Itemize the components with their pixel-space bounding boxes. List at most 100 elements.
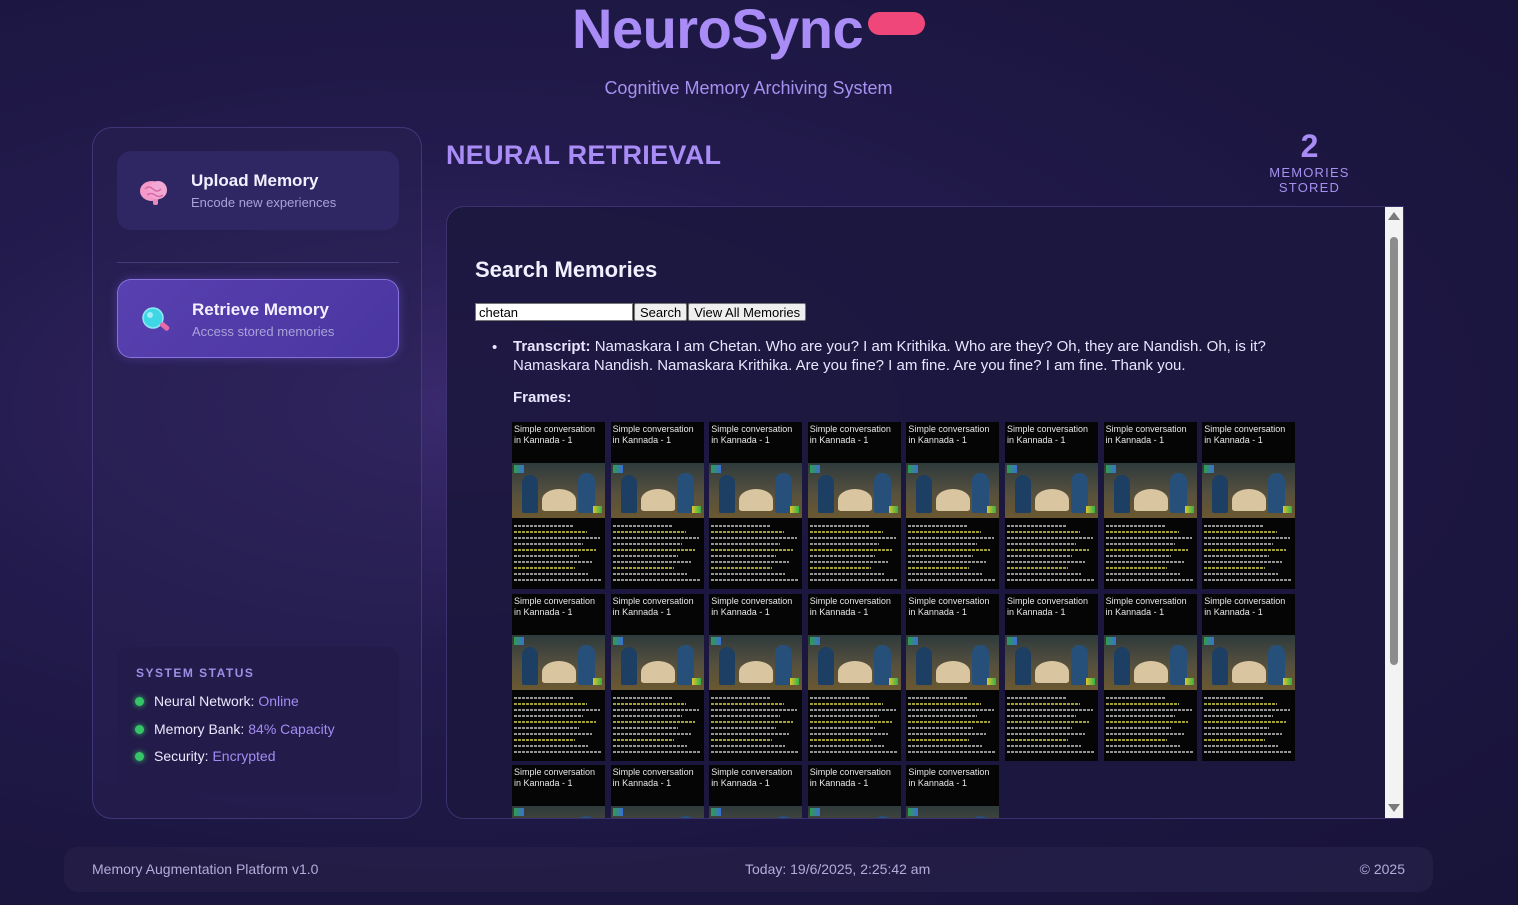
frame-subtitle-text <box>612 525 702 585</box>
frame-thumbnail[interactable]: Simple conversation in Kannada - 1 <box>1005 593 1098 761</box>
frame-title: Simple conversation in Kannada - 1 <box>711 767 793 788</box>
status-dot-icon <box>135 751 144 761</box>
search-heading: Search Memories <box>475 257 658 282</box>
person-figure <box>719 818 735 819</box>
frame-scene-image <box>906 806 1000 819</box>
status-row-neural-network: Neural Network: Online <box>135 693 299 709</box>
frame-title: Simple conversation in Kannada - 1 <box>1105 424 1187 445</box>
person-figure <box>719 475 736 513</box>
flag-icon <box>1283 677 1293 685</box>
sidebar-item-upload-memory[interactable]: Upload Memory Encode new experiences <box>117 151 399 230</box>
person-figure <box>1015 646 1031 685</box>
person-figure <box>522 646 538 685</box>
frame-title: Simple conversation in Kannada - 1 <box>1007 595 1089 617</box>
frame-thumbnail[interactable]: Simple conversation in Kannada - 1 <box>1103 422 1197 589</box>
frame-thumbnail[interactable]: Simple conversation in Kannada - 1 <box>512 422 605 589</box>
frame-scene-image <box>807 463 901 518</box>
sidebar-item-title: Retrieve Memory <box>192 300 330 319</box>
table-shape <box>1035 660 1069 683</box>
frame-thumbnail[interactable]: Simple conversation in Kannada - 1 <box>1103 593 1197 761</box>
frame-thumbnail[interactable]: Simple conversation in Kannada - 1 <box>709 765 803 819</box>
search-input[interactable] <box>475 303 633 321</box>
person-figure <box>620 475 637 513</box>
frame-thumbnail[interactable]: Simple conversation in Kannada - 1 <box>1202 593 1296 761</box>
frame-title: Simple conversation in Kannada - 1 <box>809 595 891 617</box>
frame-thumbnail[interactable]: Simple conversation in Kannada - 1 <box>512 765 605 818</box>
frame-scene-image <box>512 634 605 690</box>
flag-icon <box>888 677 898 685</box>
frame-thumbnail[interactable]: Simple conversation in Kannada - 1 <box>1202 422 1296 589</box>
frame-scene-image <box>906 463 1000 518</box>
flag-icon <box>1086 677 1095 685</box>
status-label: Memory Bank: <box>154 721 245 737</box>
frame-thumbnail[interactable]: Simple conversation in Kannada - 1 <box>1005 422 1098 589</box>
transcript-label: Transcript: <box>513 338 591 355</box>
sidebar-item-subtitle: Access stored memories <box>192 324 335 339</box>
frame-thumbnail[interactable]: Simple conversation in Kannada - 1 <box>807 422 901 589</box>
frame-title: Simple conversation in Kannada - 1 <box>514 595 596 617</box>
sidebar-item-retrieve-memory[interactable]: Retrieve Memory Access stored memories <box>117 279 399 358</box>
frame-thumbnail[interactable]: Simple conversation in Kannada - 1 <box>807 593 901 761</box>
status-dot-icon <box>135 724 144 734</box>
list-bullet: • <box>492 339 498 356</box>
frame-scene-image <box>1103 463 1197 518</box>
status-value: 84% Capacity <box>248 721 335 737</box>
frame-subtitle-text <box>908 696 997 757</box>
channel-logo-icon <box>1007 465 1017 473</box>
search-form: Search View All Memories <box>475 303 807 321</box>
person-figure <box>817 646 834 685</box>
panel-scrollbar[interactable] <box>1385 207 1403 818</box>
frame-title: Simple conversation in Kannada - 1 <box>908 767 990 788</box>
sidebar: Upload Memory Encode new experiences Ret… <box>92 127 422 819</box>
frame-thumbnail[interactable]: Simple conversation in Kannada - 1 <box>512 593 605 761</box>
frame-scene-image <box>512 463 605 518</box>
memories-count-label: MEMORIES STORED <box>1269 165 1350 195</box>
app-header: NeuroSync Cognitive Memory Archiving Sys… <box>0 0 1518 110</box>
app-title: NeuroSync <box>572 0 864 60</box>
frame-thumbnail[interactable]: Simple conversation in Kannada - 1 <box>906 593 1000 761</box>
channel-logo-icon <box>612 808 623 816</box>
view-all-memories-button[interactable]: View All Memories <box>688 303 807 321</box>
search-button[interactable]: Search <box>634 303 688 321</box>
system-status-heading: SYSTEM STATUS <box>136 666 255 680</box>
table-shape <box>1232 660 1267 683</box>
frame-title: Simple conversation in Kannada - 1 <box>612 424 694 445</box>
frame-scene-image <box>709 806 803 819</box>
flag-icon <box>987 677 997 685</box>
table-shape <box>1133 489 1168 511</box>
channel-logo-icon <box>809 465 820 473</box>
frame-scene-image <box>610 634 704 690</box>
person-figure <box>578 816 595 818</box>
frame-thumbnail[interactable]: Simple conversation in Kannada - 1 <box>906 765 1000 819</box>
flag-icon <box>691 677 701 685</box>
magnifier-icon <box>142 307 170 331</box>
frame-thumbnail[interactable]: Simple conversation in Kannada - 1 <box>906 422 1000 589</box>
retrieval-content[interactable]: Search Memories Search View All Memories… <box>447 207 1387 819</box>
table-shape <box>739 489 774 511</box>
flag-icon <box>888 506 898 513</box>
frame-thumbnail[interactable]: Simple conversation in Kannada - 1 <box>709 593 803 761</box>
channel-logo-icon <box>908 808 919 816</box>
frame-thumbnail[interactable]: Simple conversation in Kannada - 1 <box>709 422 803 589</box>
table-shape <box>1133 660 1168 683</box>
table-shape <box>640 489 675 511</box>
sidebar-item-subtitle: Encode new experiences <box>191 195 337 210</box>
scroll-up-arrow-icon[interactable] <box>1388 212 1400 220</box>
sidebar-divider <box>117 262 399 263</box>
frame-thumbnail[interactable]: Simple conversation in Kannada - 1 <box>610 422 704 589</box>
frame-thumbnail[interactable]: Simple conversation in Kannada - 1 <box>610 593 704 761</box>
frame-subtitle-text <box>1105 696 1195 757</box>
frame-scene-image <box>1005 634 1098 690</box>
channel-logo-icon <box>711 465 722 473</box>
scrollbar-thumb[interactable] <box>1390 237 1398 665</box>
scroll-down-arrow-icon[interactable] <box>1388 804 1400 812</box>
channel-logo-icon <box>1105 465 1116 473</box>
channel-logo-icon <box>612 465 623 473</box>
memories-count: 2 <box>1300 128 1319 164</box>
frame-scene-image <box>1005 463 1098 518</box>
person-figure <box>676 816 694 818</box>
person-figure <box>916 818 932 819</box>
frame-scene-image <box>610 463 704 518</box>
frame-thumbnail[interactable]: Simple conversation in Kannada - 1 <box>610 765 704 818</box>
frame-thumbnail[interactable]: Simple conversation in Kannada - 1 <box>807 765 901 818</box>
